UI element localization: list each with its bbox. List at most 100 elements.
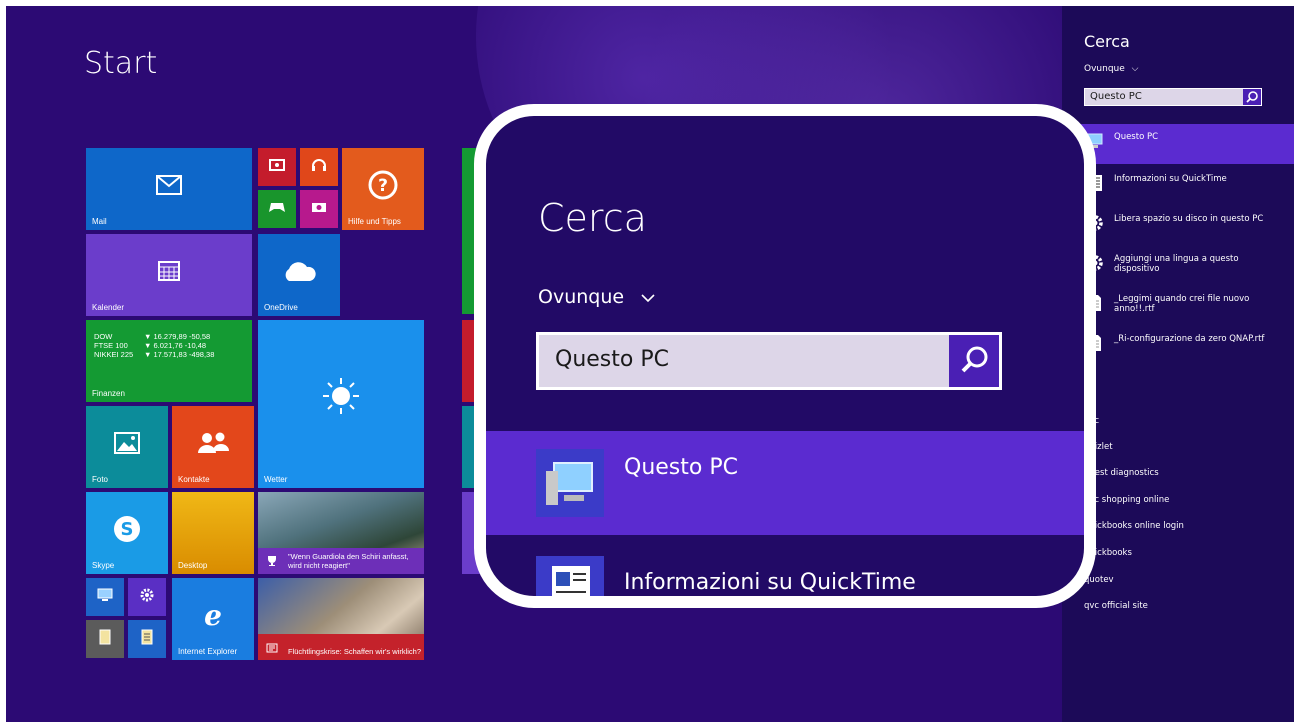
result-label: Libera spazio su disco in questo PC [1114, 214, 1264, 224]
news-headline: Flüchtlingskrise: Schaffen wir's wirklic… [288, 647, 422, 656]
result-label: Informazioni su QuickTime [1114, 174, 1227, 184]
tile-mail[interactable]: Mail [86, 148, 252, 230]
tile-calendar[interactable]: Kalender [86, 234, 252, 316]
camera-icon [312, 203, 326, 213]
index-value: ▼ 17.571,83 -498,38 [144, 350, 215, 359]
tile-skype[interactable]: S Skype [86, 492, 168, 574]
magnified-search-title: Cerca [538, 196, 647, 240]
tile-label: Finanzen [92, 389, 125, 398]
tile-explorer-2[interactable] [128, 620, 166, 658]
folder-icon [99, 629, 111, 645]
search-icon [1246, 91, 1258, 103]
newspaper-icon [266, 643, 278, 653]
headphones-icon [312, 159, 326, 172]
result-label: Questo PC [1114, 132, 1159, 142]
video-icon [269, 159, 285, 172]
tile-contacts[interactable]: Kontakte [172, 406, 254, 488]
gear-icon [140, 588, 154, 602]
tile-label: Foto [92, 475, 109, 484]
tile-label: Mail [92, 217, 107, 226]
tile-label: OneDrive [264, 303, 298, 312]
tile-label: Wetter [264, 475, 288, 484]
tile-label: Kalender [92, 303, 125, 312]
index-value: ▼ 16.279,89 -50,58 [144, 332, 211, 341]
tile-music[interactable] [300, 148, 338, 186]
search-result-file[interactable]: _Ri-configurazione da zero QNAP.rtf [1062, 326, 1294, 366]
svg-text:S: S [121, 519, 134, 540]
chevron-down-icon: ⌵ [1131, 64, 1139, 74]
tile-finance[interactable]: DOW ▼ 16.279,89 -50,58 FTSE 100 ▼ 6.021,76… [86, 320, 252, 402]
result-label: _Ri-configurazione da zero QNAP.rtf [1114, 334, 1265, 344]
magnified-search-button [949, 335, 999, 387]
mail-icon [156, 174, 182, 195]
skype-icon: S [114, 515, 140, 542]
index-name: FTSE 100 [94, 341, 128, 350]
search-result-file[interactable]: _Leggimi quando crei file nuovo anno!!.r… [1062, 286, 1294, 326]
document-info-icon [536, 556, 604, 596]
sun-icon [323, 377, 359, 414]
web-suggestion[interactable]: qvc shopping online [1084, 495, 1169, 505]
web-suggestion[interactable]: quickbooks online login [1084, 521, 1184, 531]
tile-internet-explorer[interactable]: e Internet Explorer [172, 578, 254, 660]
gamepad-icon [269, 203, 285, 213]
chevron-down-icon [641, 294, 655, 303]
index-name: NIKKEI 225 [94, 350, 134, 359]
tile-sport-news[interactable]: "Wenn Guardiola den Schiri anfasst, wird… [258, 492, 424, 574]
internet-explorer-icon: e [204, 600, 222, 630]
tile-photos[interactable]: Foto [86, 406, 168, 488]
tile-onedrive[interactable]: OneDrive [258, 234, 340, 316]
tile-this-pc[interactable] [86, 578, 124, 616]
search-input-value: Questo PC [555, 347, 669, 372]
tile-desktop[interactable]: Desktop [172, 492, 254, 574]
tile-camera[interactable] [300, 190, 338, 228]
document-icon [141, 629, 153, 645]
result-label: _Leggimi quando crei file nuovo anno!!.r… [1114, 294, 1250, 314]
tile-label: Skype [92, 561, 115, 570]
search-result-add-language[interactable]: Aggiungi una lingua a questo dispositivo [1062, 246, 1294, 286]
result-label: Questo PC [624, 455, 738, 480]
tile-help[interactable]: ? Hilfe und Tipps [342, 148, 424, 230]
magnified-search-input: Questo PC [536, 332, 1002, 390]
index-name: DOW [94, 332, 113, 341]
search-icon [961, 346, 988, 373]
news-caption-bar: Flüchtlingskrise: Schaffen wir's wirklic… [258, 634, 424, 660]
news-caption-bar: "Wenn Guardiola den Schiri anfasst, wird… [258, 548, 424, 574]
tile-weather[interactable]: Wetter [258, 320, 424, 488]
search-title: Cerca [1084, 32, 1130, 51]
result-label: Aggiungi una lingua a questo dispositivo [1114, 254, 1239, 274]
search-input[interactable]: Questo PC [1084, 88, 1262, 106]
tile-label: Hilfe und Tipps [348, 217, 401, 226]
tile-games[interactable] [258, 190, 296, 228]
svg-text:e: e [204, 600, 222, 630]
tile-explorer-1[interactable] [86, 620, 124, 658]
svg-text:?: ? [378, 176, 388, 196]
computer-icon [97, 588, 113, 602]
tile-label: Desktop [178, 561, 208, 570]
web-suggestion[interactable]: qvc official site [1084, 601, 1148, 611]
calendar-icon [158, 260, 180, 281]
trophy-icon [268, 556, 276, 566]
index-value: ▼ 6.021,76 -10,48 [144, 341, 207, 350]
search-result-disk-space[interactable]: Libera spazio su disco in questo PC [1062, 206, 1294, 246]
search-result-quicktime[interactable]: Informazioni su QuickTime [1062, 166, 1294, 206]
magnified-scope-dropdown: Ovunque [538, 286, 656, 308]
tile-label: Kontakte [178, 475, 210, 484]
scope-label: Ovunque [538, 286, 625, 308]
tile-news[interactable]: Flüchtlingskrise: Schaffen wir's wirklic… [258, 578, 424, 660]
result-label: Informazioni su QuickTime [624, 570, 916, 595]
finance-list: DOW ▼ 16.279,89 -50,58 FTSE 100 ▼ 6.021,76… [94, 332, 214, 359]
magnified-result-quicktime: Informazioni su QuickTime [486, 546, 1084, 596]
cloud-icon [285, 262, 316, 281]
search-result-this-pc[interactable]: Questo PC [1062, 124, 1294, 164]
tile-settings[interactable] [128, 578, 166, 616]
start-title: Start [84, 46, 158, 81]
magnified-result-this-pc: Questo PC [486, 431, 1084, 535]
photos-icon [114, 431, 140, 454]
magnifier-callout: Cerca Ovunque Questo PC Questo PC Inform… [474, 104, 1096, 608]
search-scope-dropdown[interactable]: Ovunque ⌵ [1084, 64, 1138, 74]
computer-icon [536, 449, 604, 517]
search-button[interactable] [1243, 89, 1261, 105]
scope-label: Ovunque [1084, 64, 1125, 74]
tile-video[interactable] [258, 148, 296, 186]
news-headline: "Wenn Guardiola den Schiri anfasst, wird… [288, 552, 409, 570]
